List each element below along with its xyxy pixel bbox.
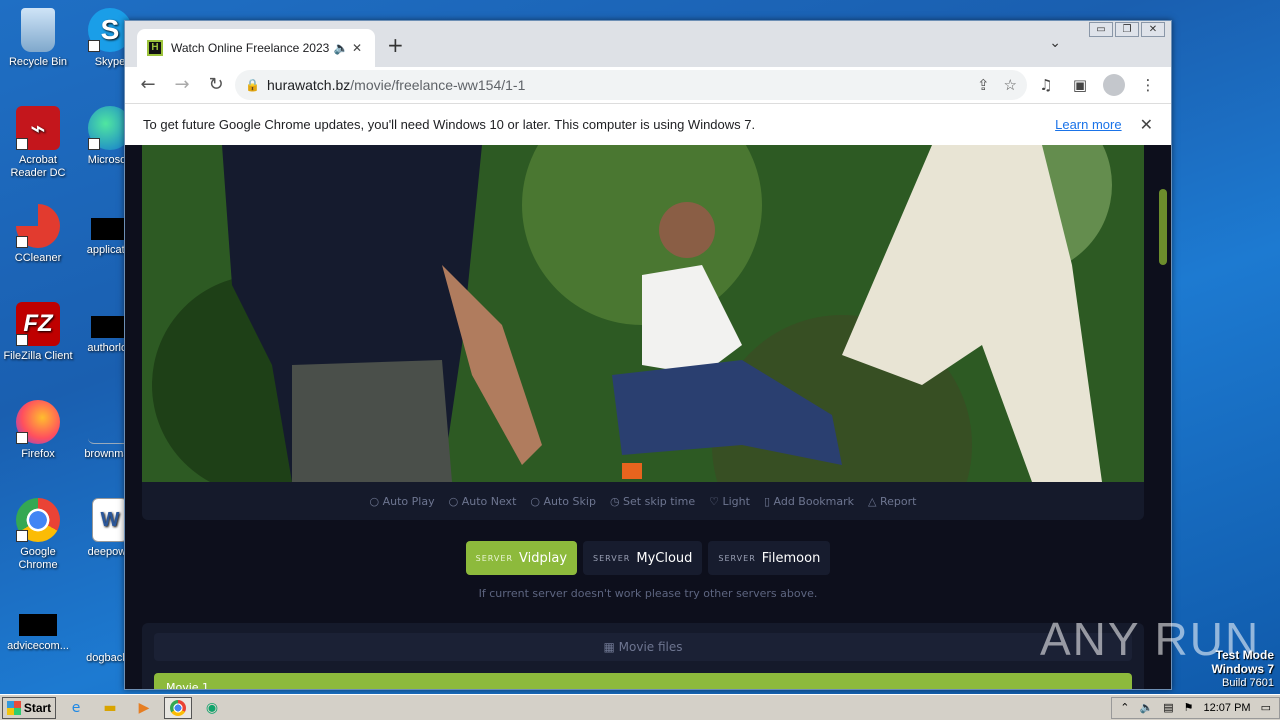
new-tab-button[interactable]: + [387,33,404,57]
desktop-icon-filezilla[interactable]: FZ FileZilla Client [0,302,76,363]
auto-play-toggle[interactable]: ○ Auto Play [370,495,435,508]
taskbar-ie-icon[interactable]: e [62,697,90,719]
warning-icon: △ [868,494,877,508]
update-infobar: To get future Google Chrome updates, you… [125,103,1171,145]
word-document-icon: W [92,498,128,542]
back-button[interactable]: ← [133,70,163,100]
firefox-icon [16,400,60,444]
maximize-button[interactable]: ❐ [1115,22,1139,37]
woman-head [659,202,715,258]
tab-search-chevron-icon[interactable]: ⌄ [1049,35,1061,51]
forward-button[interactable]: → [167,70,197,100]
taskbar-edge-icon[interactable]: ◉ [198,697,226,719]
ccleaner-icon [16,204,60,248]
tab-bar: H Watch Online Freelance 2023 F 🔈 ✕ + ⌄ [125,21,1171,67]
player-controls: ○ Auto Play ○ Auto Next ○ Auto Skip ◷ Se… [142,482,1144,520]
calendar-icon: ▦ [603,640,615,654]
desktop-icon-label: Recycle Bin [8,56,68,68]
add-bookmark-button[interactable]: ▯ Add Bookmark [764,495,854,508]
page-scrollbar[interactable] [1157,145,1169,689]
learn-more-link[interactable]: Learn more [1055,117,1121,132]
clock-time[interactable]: 12:07 PM [1204,702,1251,714]
media-controls-icon[interactable]: ♫ [1031,76,1061,94]
set-skip-time-button[interactable]: ◷ Set skip time [610,495,695,508]
side-panel-icon[interactable]: ▣ [1065,76,1095,94]
taskbar-explorer-icon[interactable]: ▬ [96,697,124,719]
address-bar[interactable]: 🔒 hurawatch.bz/movie/freelance-ww154/1-1… [235,70,1027,100]
close-window-button[interactable]: ✕ [1141,22,1165,37]
desktop-icon-chrome[interactable]: Google Chrome [0,498,76,572]
auto-next-toggle[interactable]: ○ Auto Next [449,495,517,508]
taskbar-media-player-icon[interactable]: ▶ [130,697,158,719]
desktop-icon-label: CCleaner [14,252,62,264]
scroll-thumb[interactable] [1159,189,1167,265]
server-list: SERVER Vidplay SERVER MyCloud SERVER Fil… [125,541,1171,575]
orange-object [622,463,642,479]
browser-toolbar: ← → ↻ 🔒 hurawatch.bz/movie/freelance-ww1… [125,67,1171,103]
server-note: If current server doesn't work please tr… [478,587,818,600]
profile-avatar[interactable] [1103,74,1125,96]
chrome-icon [16,498,60,542]
desktop-icon-ccleaner[interactable]: CCleaner [0,204,76,265]
movie-files-header[interactable]: ▦ Movie files [154,633,1132,661]
application-icon [19,614,57,636]
start-button[interactable]: Start [2,696,56,719]
url-path: /movie/freelance-ww154/1-1 [350,77,526,93]
desktop-icon-acrobat[interactable]: ⌁ Acrobat Reader DC [0,106,76,180]
system-tray: ⌃ 🔈 ▤ ⚑ 12:07 PM ▭ [1111,696,1280,719]
tab-title: Watch Online Freelance 2023 F [171,41,333,55]
report-button[interactable]: △ Report [868,495,916,508]
windows-flag-icon [6,700,21,715]
man-pants [292,360,452,482]
video-player[interactable] [142,145,1144,482]
movie-files-panel: ▦ Movie files Movie 1 [142,623,1144,689]
bookmark-icon: ▯ [763,494,770,508]
recycle-bin-icon [21,8,55,52]
desktop-icon-label: advicecom... [7,640,69,652]
light-toggle[interactable]: ♡ Light [709,495,750,508]
movie-item[interactable]: Movie 1 [154,673,1132,689]
hurawatch-favicon-icon: H [147,40,163,56]
desktop-icon-label: Firefox [21,448,55,460]
lightbulb-icon: ♡ [709,494,719,508]
volume-icon[interactable]: 🔈 [1140,701,1154,714]
speaker-icon[interactable]: 🔈 [333,41,349,55]
test-mode-watermark: Test Mode Windows 7 Build 7601 [1211,648,1274,689]
video-frame [142,145,1144,482]
menu-dots-icon[interactable]: ⋮ [1133,76,1163,94]
tab-active[interactable]: H Watch Online Freelance 2023 F 🔈 ✕ [137,29,375,67]
share-icon[interactable]: ⇪ [977,76,990,94]
network-icon[interactable]: ▤ [1163,701,1173,714]
desktop-icon-advicecom[interactable]: advicecom... [0,604,76,653]
server-vidplay-button[interactable]: SERVER Vidplay [465,541,578,575]
desktop-icon-label: FileZilla Client [3,350,73,362]
minimize-button[interactable]: ▭ [1089,22,1113,37]
url-host: hurawatch.bz [267,77,351,93]
action-center-flag-icon[interactable]: ⚑ [1184,701,1194,714]
close-tab-icon[interactable]: ✕ [349,41,365,55]
bookmark-star-icon[interactable]: ☆ [1004,76,1017,94]
taskbar-chrome-icon[interactable] [164,696,192,719]
close-infobar-icon[interactable]: ✕ [1140,115,1153,135]
tray-expand-icon[interactable]: ⌃ [1120,701,1129,714]
chrome-window: ▭ ❐ ✕ H Watch Online Freelance 2023 F 🔈 … [124,20,1172,690]
window-controls: ▭ ❐ ✕ [1089,22,1165,37]
acrobat-icon: ⌁ [16,106,60,150]
desktop-icon-recycle-bin[interactable]: Recycle Bin [0,8,76,69]
clock-icon: ◷ [609,494,620,508]
show-desktop-icon[interactable]: ▭ [1261,701,1271,714]
infobar-message: To get future Google Chrome updates, you… [143,117,756,132]
reload-button[interactable]: ↻ [201,70,231,100]
taskbar: Start e ▬ ▶ ◉ ⌃ 🔈 ▤ ⚑ 12:07 PM ▭ [0,694,1280,720]
filezilla-icon: FZ [16,302,60,346]
desktop-icon-label: Google Chrome [18,546,58,571]
lock-icon[interactable]: 🔒 [245,78,267,92]
auto-skip-toggle[interactable]: ○ Auto Skip [530,495,596,508]
server-filemoon-button[interactable]: SERVER Filemoon [708,541,831,575]
server-mycloud-button[interactable]: SERVER MyCloud [583,541,703,575]
desktop-icon-label: Skype [94,56,126,68]
page-content: ○ Auto Play ○ Auto Next ○ Auto Skip ◷ Se… [125,145,1171,689]
desktop-icon-firefox[interactable]: Firefox [0,400,76,461]
desktop-icon-label: Acrobat Reader DC [10,154,66,179]
